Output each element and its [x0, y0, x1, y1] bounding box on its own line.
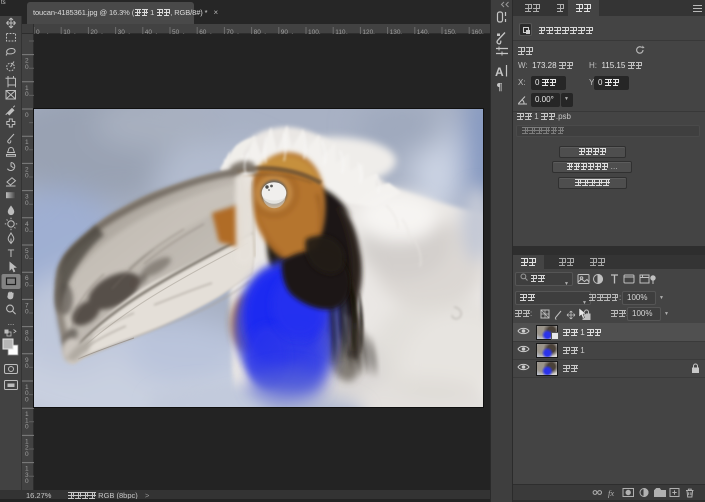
svg-text:0: 0 — [25, 227, 29, 234]
svg-text:¶: ¶ — [497, 81, 503, 93]
svg-text:0: 0 — [25, 254, 29, 261]
svg-text:fx: fx — [608, 488, 614, 498]
svg-text:0: 0 — [25, 281, 29, 288]
svg-text:0: 0 — [25, 112, 29, 119]
svg-text:0: 0 — [25, 396, 29, 403]
svg-text:0: 0 — [25, 336, 29, 343]
svg-text:0: 0 — [25, 478, 29, 485]
svg-text:0: 0 — [25, 173, 29, 180]
svg-text:0: 0 — [25, 424, 29, 431]
svg-text:0: 0 — [25, 363, 29, 370]
svg-text:A: A — [495, 65, 504, 79]
svg-text:0: 0 — [25, 451, 29, 458]
svg-text:...: ... — [8, 318, 15, 327]
svg-text:0: 0 — [25, 91, 29, 98]
svg-text:T: T — [8, 248, 15, 260]
svg-text:0: 0 — [25, 64, 29, 71]
svg-text:0: 0 — [25, 145, 29, 152]
svg-text:0: 0 — [25, 309, 29, 316]
svg-text:0: 0 — [25, 200, 29, 207]
